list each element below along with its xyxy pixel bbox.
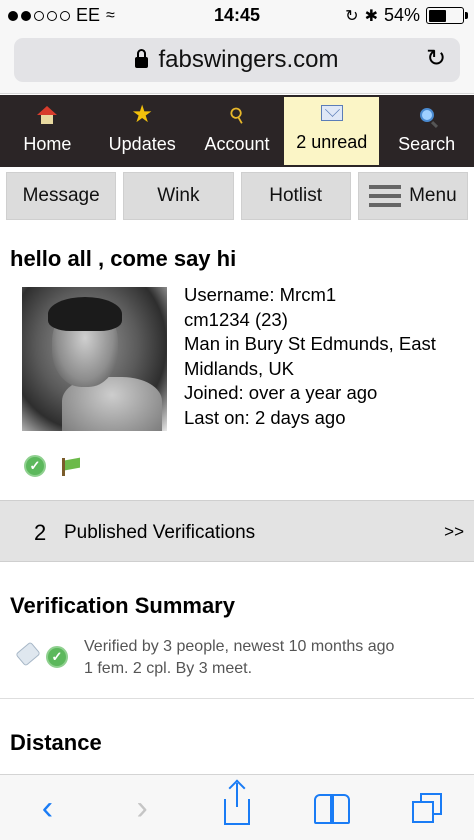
verification-summary-title: Verification Summary [10,593,235,618]
published-count: 2 [34,520,47,545]
forward-icon[interactable]: › [122,788,162,828]
reload-icon[interactable]: ↻ [424,47,448,71]
divider [0,698,474,699]
battery-icon [426,7,468,24]
menu-label: Menu [409,185,457,206]
bluetooth-icon: ✱ [364,7,378,25]
nav-account-label: Account [204,134,270,154]
tabs-button[interactable] [407,788,447,828]
nav-updates[interactable]: ★ Updates [95,95,190,167]
bookmarks-button[interactable] [312,788,352,828]
message-button[interactable]: Message [6,172,117,220]
key-icon: ⚲ [225,102,250,129]
joined: Joined: over a year ago [184,382,378,403]
site-nav: Home ★ Updates ⚲ Account 2 unread Search [0,95,474,167]
wink-button[interactable]: Wink [123,172,234,220]
distance-title: Distance [10,730,102,755]
mail-icon [320,105,343,121]
verified-check-icon[interactable]: ✓ [24,455,46,477]
nav-account[interactable]: ⚲ Account [190,95,285,167]
verification-line-1: Verified by 3 people, newest 10 months a… [84,638,395,655]
alias-age: cm1234 (23) [184,308,288,330]
location: Man in Bury St Edmunds, East Midlands, U… [184,333,436,379]
share-icon [223,782,250,825]
nav-messages-label: 2 unread [296,132,368,152]
nav-home[interactable]: Home [0,95,95,167]
rotation-lock-icon: ↻ [345,7,359,25]
last-on: Last on: 2 days ago [184,406,346,428]
hamburger-icon [369,185,402,207]
hotlist-button[interactable]: Hotlist [240,172,351,220]
profile-details: Username: Mrcm1 cm1234 (23) Man in Bury … [184,283,464,430]
lock-icon [135,49,149,68]
published-label: Published Verifications [64,522,256,543]
menu-button[interactable]: Menu [357,172,468,220]
share-button[interactable] [217,782,257,828]
nav-search-label: Search [398,134,456,154]
published-verifications-bar[interactable]: 2 Published Verifications >> [0,500,474,562]
nav-home-label: Home [23,134,72,154]
browser-toolbar: ‹ › [0,774,474,840]
tag-icon [15,641,41,667]
nav-messages[interactable]: 2 unread [284,97,380,165]
address-bar[interactable]: fabswingers.com ↻ [14,38,460,82]
star-icon: ★ [131,101,153,128]
battery-percent: 54% [383,5,420,25]
browser-address-area: fabswingers.com ↻ [0,32,474,94]
expand-arrow-icon: >> [444,522,464,541]
verified-check-icon: ✓ [46,646,68,668]
url-text: fabswingers.com [158,46,339,73]
username: Username: Mrcm1 [184,284,337,305]
home-icon [37,106,58,124]
tabs-icon [411,792,442,823]
profile-headline: hello all , come say hi [10,246,237,271]
back-icon[interactable]: ‹ [27,788,67,828]
nav-search[interactable]: Search [379,95,474,167]
flag-icon[interactable] [60,456,80,476]
nav-updates-label: Updates [108,134,176,154]
status-bar: EE ≈ 14:45 ↻ ✱ 54% [0,0,474,32]
profile-photo[interactable] [22,287,167,431]
verification-line-2: 1 fem. 2 cpl. By 3 meet. [84,660,253,677]
verification-summary: ✓ Verified by 3 people, newest 10 months… [15,636,395,680]
profile-actions: Message Wink Hotlist Menu [6,172,468,220]
search-icon [419,108,434,122]
profile-badges: ✓ [24,455,80,477]
bookmarks-icon [313,793,350,824]
